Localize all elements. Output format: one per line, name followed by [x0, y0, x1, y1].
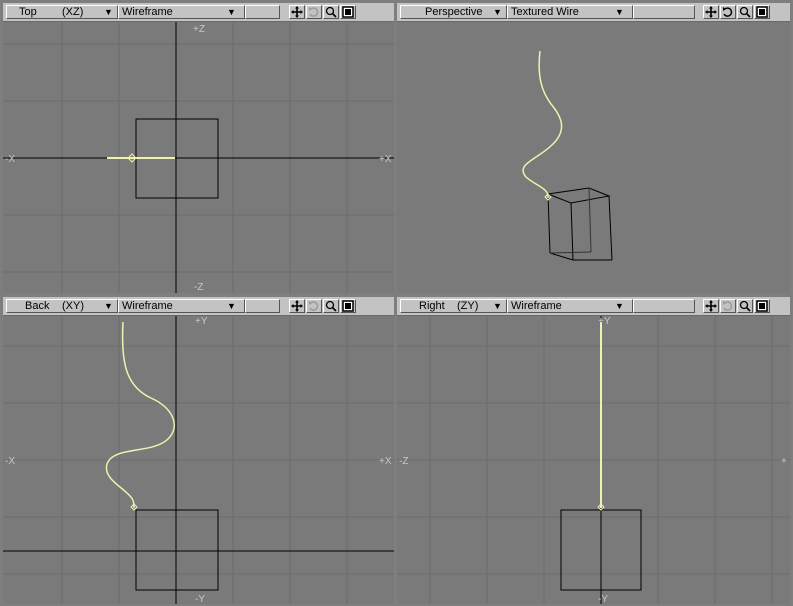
view-axes: (XY)	[62, 300, 84, 312]
move-icon[interactable]	[703, 299, 719, 313]
render-mode-label: Textured Wire	[511, 6, 579, 18]
view-selector[interactable]: Right (ZY) ▼	[400, 299, 507, 313]
viewport-canvas[interactable]: +Y -Y -X +X	[3, 316, 394, 604]
axis-label-bottom: -Z	[194, 282, 203, 293]
rotate-icon[interactable]	[306, 299, 322, 313]
dropdown-arrow-icon: ▼	[227, 7, 236, 17]
axis-label-top: +Y	[195, 316, 208, 327]
view-axes: (ZY)	[457, 300, 479, 312]
zoom-icon[interactable]	[737, 5, 753, 19]
toolbar-spacer	[245, 299, 280, 313]
viewport-toolbar: Top (XZ) ▼ Wireframe ▼	[3, 3, 394, 22]
dropdown-arrow-icon: ▼	[104, 301, 113, 311]
render-mode-label: Wireframe	[122, 6, 173, 18]
render-mode-label: Wireframe	[122, 300, 173, 312]
view-selector[interactable]: Perspective ▼	[400, 5, 507, 19]
maximize-icon[interactable]	[340, 5, 356, 19]
zoom-icon[interactable]	[737, 299, 753, 313]
axis-label-top: +Y	[598, 316, 611, 327]
curve-spline[interactable]	[105, 321, 175, 511]
move-icon[interactable]	[289, 5, 305, 19]
axis-label-top: +Z	[193, 24, 205, 35]
viewport-toolbar: Perspective ▼ Textured Wire ▼	[397, 3, 790, 22]
axis-label-bottom: -Y	[195, 594, 205, 604]
axis-label-right: +X	[379, 154, 392, 165]
dropdown-arrow-icon: ▼	[615, 301, 624, 311]
viewport-canvas[interactable]: +Y -Y -Z +	[397, 316, 790, 604]
zoom-icon[interactable]	[323, 5, 339, 19]
render-mode-select[interactable]: Wireframe ▼	[507, 299, 633, 313]
axis-label-left: -X	[5, 154, 15, 165]
axis-label-right: +	[781, 456, 787, 467]
maximize-icon[interactable]	[340, 299, 356, 313]
dropdown-arrow-icon: ▼	[493, 301, 502, 311]
view-name: Perspective	[425, 6, 483, 18]
curve-spline[interactable]	[107, 153, 175, 163]
dropdown-arrow-icon: ▼	[615, 7, 624, 17]
maximize-icon[interactable]	[754, 299, 770, 313]
viewport-canvas[interactable]: +Z -Z -X +X	[3, 22, 394, 293]
dropdown-arrow-icon: ▼	[493, 7, 502, 17]
grid	[397, 316, 790, 604]
view-name: Back	[25, 300, 50, 312]
render-mode-select[interactable]: Wireframe ▼	[118, 299, 245, 313]
zoom-icon[interactable]	[323, 299, 339, 313]
rotate-icon[interactable]	[720, 5, 736, 19]
cube-wireframe[interactable]	[546, 187, 613, 261]
move-icon[interactable]	[703, 5, 719, 19]
viewport-top[interactable]: Top (XZ) ▼ Wireframe ▼ +Z -Z -X +X	[3, 3, 394, 293]
move-icon[interactable]	[289, 299, 305, 313]
cube-wireframe[interactable]	[135, 509, 219, 591]
viewport-canvas[interactable]	[397, 22, 790, 293]
rotate-icon[interactable]	[720, 299, 736, 313]
dropdown-arrow-icon: ▼	[104, 7, 113, 17]
viewport-back[interactable]: Back (XY) ▼ Wireframe ▼ +Y -Y -X +X	[3, 297, 394, 604]
toolbar-spacer	[633, 5, 695, 19]
maximize-icon[interactable]	[754, 5, 770, 19]
axis-label-bottom: -Y	[598, 594, 608, 604]
toolbar-spacer	[245, 5, 280, 19]
rotate-icon[interactable]	[306, 5, 322, 19]
curve-spline[interactable]	[522, 50, 563, 201]
render-mode-select[interactable]: Wireframe ▼	[118, 5, 245, 19]
toolbar-spacer	[633, 299, 695, 313]
viewport-right[interactable]: Right (ZY) ▼ Wireframe ▼ +Y -Y -Z +	[397, 297, 790, 604]
render-mode-select[interactable]: Textured Wire ▼	[507, 5, 633, 19]
render-mode-label: Wireframe	[511, 300, 562, 312]
axis-label-left: -Z	[399, 456, 408, 467]
view-selector[interactable]: Top (XZ) ▼	[6, 5, 118, 19]
axis-label-left: -X	[5, 456, 15, 467]
grid	[3, 316, 394, 604]
viewport-perspective[interactable]: Perspective ▼ Textured Wire ▼	[397, 3, 790, 293]
viewport-toolbar: Back (XY) ▼ Wireframe ▼	[3, 297, 394, 316]
viewport-toolbar: Right (ZY) ▼ Wireframe ▼	[397, 297, 790, 316]
curve-spline[interactable]	[597, 322, 605, 511]
view-axes: (XZ)	[62, 6, 84, 18]
axis-label-right: +X	[379, 456, 392, 467]
dropdown-arrow-icon: ▼	[227, 301, 236, 311]
view-name: Top	[19, 6, 37, 18]
view-name: Right	[419, 300, 445, 312]
view-selector[interactable]: Back (XY) ▼	[6, 299, 118, 313]
